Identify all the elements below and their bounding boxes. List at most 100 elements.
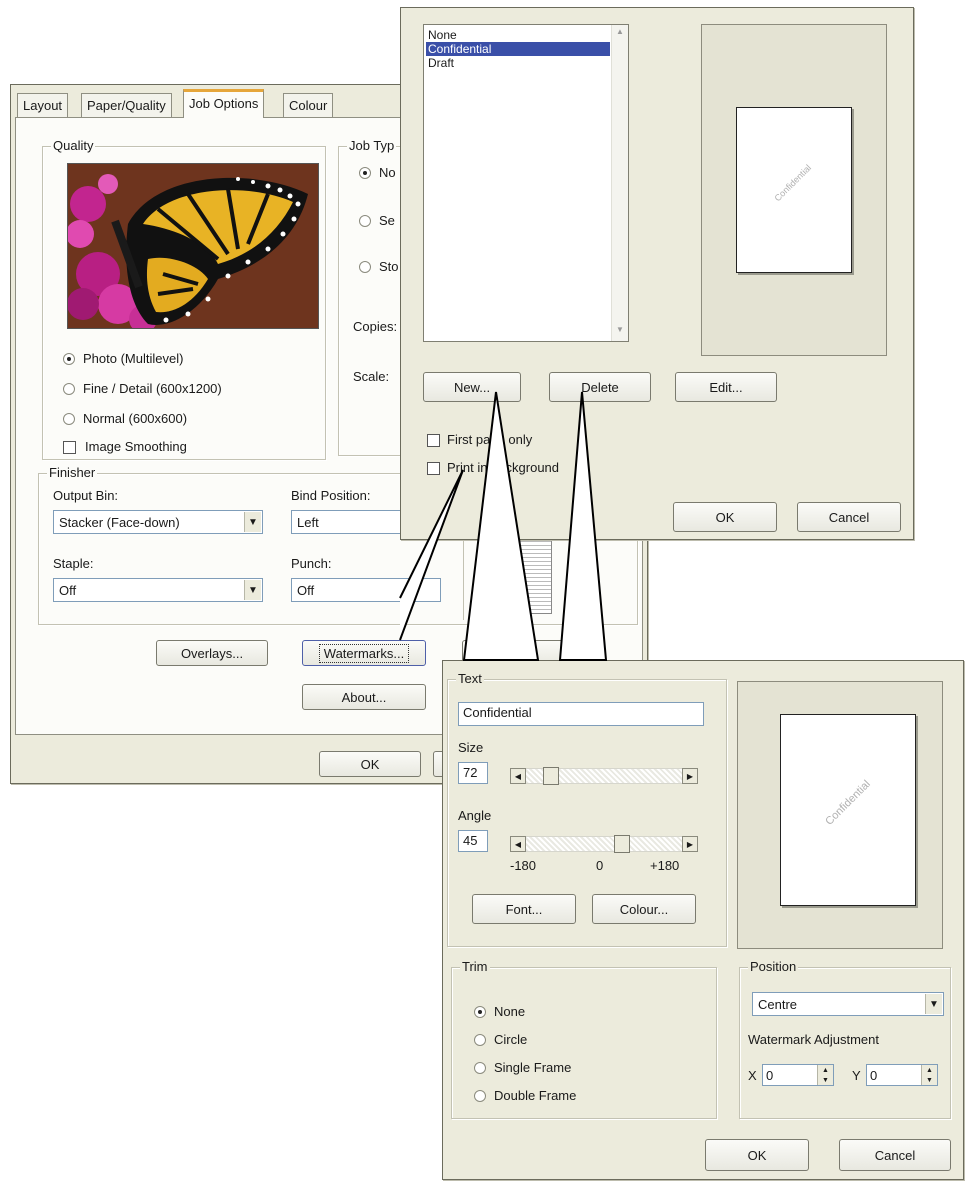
angle-right-arrow-icon[interactable]: ▶ (682, 836, 698, 852)
print-in-background-checkbox[interactable] (427, 462, 440, 475)
y-spin-buttons[interactable]: ▲ ▼ (921, 1065, 937, 1085)
quality-group-title: Quality (51, 138, 96, 153)
size-input[interactable]: 72 (458, 762, 488, 784)
spin-down-icon[interactable]: ▼ (818, 1075, 833, 1085)
angle-scale-max: +180 (650, 858, 680, 873)
edit-preview-page: Confidential (780, 714, 916, 906)
main-ok-button[interactable]: OK (319, 751, 421, 777)
watermark-preview-page: Confidential (736, 107, 852, 273)
scroll-down-icon[interactable]: ▼ (613, 325, 627, 339)
staple-select[interactable]: Off ▼ (53, 578, 263, 602)
trim-radio-none[interactable] (474, 1006, 486, 1018)
chevron-down-icon[interactable]: ▼ (244, 580, 261, 600)
size-slider-thumb[interactable] (542, 767, 559, 785)
image-smoothing-checkbox[interactable] (63, 441, 76, 454)
x-value: 0 (766, 1068, 774, 1083)
colour-button[interactable]: Colour... (592, 894, 696, 924)
job-type-option-store: Sto (379, 259, 399, 274)
trim-option-double-frame: Double Frame (494, 1088, 577, 1103)
punch-value: Off (297, 583, 315, 598)
font-button[interactable]: Font... (472, 894, 576, 924)
staple-label: Staple: (53, 556, 94, 571)
spin-up-icon[interactable]: ▲ (818, 1065, 833, 1075)
trim-radio-double-frame[interactable] (474, 1090, 486, 1102)
position-group-title: Position (748, 959, 799, 974)
list-scrollbar[interactable]: ▲ ▼ (611, 25, 628, 341)
trim-group-title: Trim (460, 959, 490, 974)
tab-job-options[interactable]: Job Options (183, 89, 265, 118)
x-spinner[interactable]: 0 ▲ ▼ (762, 1064, 834, 1086)
print-in-background-label: Print in background (447, 460, 560, 475)
quality-group: Quality Photo (Multilevel) Fine / Detail… (42, 138, 326, 460)
quality-radio-normal[interactable] (63, 413, 75, 425)
edit-cancel-button[interactable]: Cancel (839, 1139, 951, 1171)
job-type-radio-normal[interactable] (359, 167, 371, 179)
position-group: Position Centre ▼ Watermark Adjustment X… (739, 959, 951, 1119)
job-type-radio-secure[interactable] (359, 215, 371, 227)
job-type-option-normal: No (379, 165, 396, 180)
scroll-up-icon[interactable]: ▲ (613, 27, 627, 41)
angle-input[interactable]: 45 (458, 830, 488, 852)
first-page-only-checkbox[interactable] (427, 434, 440, 447)
job-type-radio-store[interactable] (359, 261, 371, 273)
punch-select[interactable]: Off (291, 578, 441, 602)
quality-preview-image (67, 163, 319, 329)
y-spinner[interactable]: 0 ▲ ▼ (866, 1064, 938, 1086)
list-item-none[interactable]: None (426, 28, 610, 42)
output-bin-label: Output Bin: (53, 488, 119, 503)
quality-option-photo: Photo (Multilevel) (83, 351, 184, 366)
watermark-preview-frame: Confidential (701, 24, 887, 356)
spin-up-icon[interactable]: ▲ (922, 1065, 937, 1075)
watermark-list[interactable]: None Confidential Draft ▲ ▼ (423, 24, 629, 342)
angle-scale-mid: 0 (596, 858, 604, 873)
y-label: Y (852, 1068, 861, 1083)
quality-radio-photo[interactable] (63, 353, 75, 365)
list-item-confidential[interactable]: Confidential (426, 42, 610, 56)
spin-down-icon[interactable]: ▼ (922, 1075, 937, 1085)
trim-radio-single-frame[interactable] (474, 1062, 486, 1074)
edit-ok-button[interactable]: OK (705, 1139, 809, 1171)
chevron-down-icon[interactable]: ▼ (925, 994, 942, 1014)
tab-colour[interactable]: Colour (283, 93, 334, 117)
x-label: X (748, 1068, 757, 1083)
output-bin-value: Stacker (Face-down) (59, 515, 180, 530)
position-select[interactable]: Centre ▼ (752, 992, 944, 1016)
angle-slider[interactable] (526, 836, 682, 852)
trim-group: Trim None Circle Single Frame Double Fra… (451, 959, 717, 1119)
job-type-option-secure: Se (379, 213, 395, 228)
watermark-adjustment-label: Watermark Adjustment (748, 1032, 880, 1047)
angle-left-arrow-icon[interactable]: ◀ (510, 836, 526, 852)
output-bin-select[interactable]: Stacker (Face-down) ▼ (53, 510, 263, 534)
chevron-down-icon[interactable]: ▼ (244, 512, 261, 532)
watermark-text-input[interactable]: Confidential (458, 702, 704, 726)
trim-radio-circle[interactable] (474, 1034, 486, 1046)
delete-watermark-button[interactable]: Delete (549, 372, 651, 402)
watermark-list-cancel-button[interactable]: Cancel (797, 502, 901, 532)
edit-watermark-button[interactable]: Edit... (675, 372, 777, 402)
angle-slider-thumb[interactable] (613, 835, 630, 853)
finisher-group-title: Finisher (47, 465, 98, 480)
quality-radio-fine[interactable] (63, 383, 75, 395)
size-label: Size (458, 740, 484, 755)
list-item-draft[interactable]: Draft (426, 56, 610, 70)
tab-layout[interactable]: Layout (17, 93, 69, 117)
position-value: Centre (758, 997, 798, 1012)
about-button[interactable]: About... (302, 684, 426, 710)
first-page-only-label: First page only (447, 432, 533, 447)
job-type-group-title: Job Typ (347, 138, 397, 153)
bind-position-label: Bind Position: (291, 488, 371, 503)
watermark-list-ok-button[interactable]: OK (673, 502, 777, 532)
watermarks-button-label: Watermarks... (318, 643, 410, 663)
scale-label: Scale: (353, 369, 390, 384)
tab-paper-quality[interactable]: Paper/Quality (81, 93, 172, 117)
overlays-button[interactable]: Overlays... (156, 640, 268, 666)
watermarks-button[interactable]: Watermarks... (302, 640, 426, 666)
copies-label: Copies: (353, 319, 398, 334)
size-left-arrow-icon[interactable]: ◀ (510, 768, 526, 784)
size-right-arrow-icon[interactable]: ▶ (682, 768, 698, 784)
finisher-preview-page (492, 534, 552, 614)
y-value: 0 (870, 1068, 878, 1083)
new-watermark-button[interactable]: New... (423, 372, 521, 402)
x-spin-buttons[interactable]: ▲ ▼ (817, 1065, 833, 1085)
finisher-preview (463, 534, 553, 620)
